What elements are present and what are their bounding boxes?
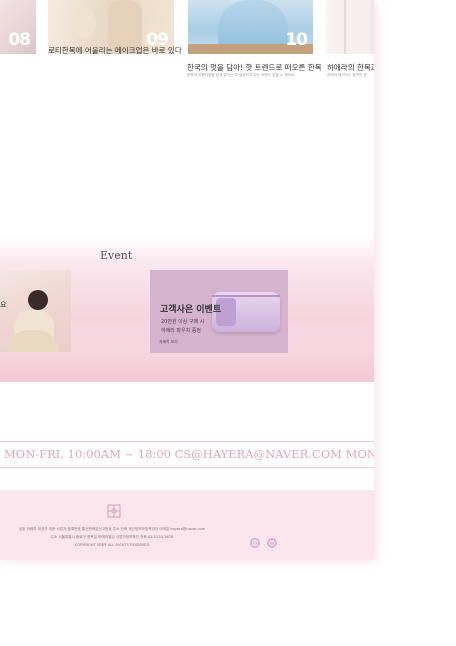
event-card-1-text: 요: [0, 301, 7, 309]
page: 08 09 10 로티한복에 어울리는 메이크업은 바로 있다 한국의 멋을 담…: [0, 0, 374, 560]
footer-copyright: COPYRIGHT 하에라 ALL RIGHTS RESERVED: [74, 543, 150, 547]
instagram-icon[interactable]: [250, 538, 260, 548]
thumb-08[interactable]: 08: [0, 0, 36, 54]
event-card-more-link[interactable]: 자세히 보기: [159, 339, 178, 345]
event-card-2[interactable]: 고객사은 이벤트 20만원 이상 구매 시 하에라 파우치 증정 자세히 보기: [150, 270, 288, 353]
pouch-zipper: [212, 295, 280, 297]
event-card-1[interactable]: 요: [0, 270, 71, 352]
caption-11-sub: 하에라 헤이어스 알려진 한: [327, 73, 367, 77]
footer-info-line-1: 상호 하에라 대표자 최문 사업자 등록번호 통신판매업신고번호 주소 전화 개…: [18, 527, 206, 531]
caption-10[interactable]: 한국의 멋을 담아! 핫 트렌드로 떠오른 한복: [187, 62, 322, 73]
footer-info-line-2: 주소 서울특별시 종로구 한복길 하에라빌딩 사업자정보확인 전화 02-123…: [50, 535, 174, 539]
thumb-number: 10: [285, 30, 308, 50]
model-hair: [28, 290, 48, 310]
caption-10-sub: 한복의 아름다움을 담게 알리는 대 설정하고 있는 브랜드 입을 수 헤라요.: [187, 73, 296, 77]
event-card-line-2: 하에라 파우치 증정: [161, 328, 201, 334]
pouch-image: [212, 292, 280, 332]
thumb-figure: [344, 0, 370, 54]
event-title: Event: [100, 249, 133, 262]
contact-ticker: MON-FRI, 10:00AM ~ 18:00 CS@HAYERA@NAVER…: [0, 441, 374, 468]
event-card-line-1: 20만원 이상 구매 시: [161, 319, 205, 325]
thumb-number: 08: [8, 30, 31, 50]
thumb-11[interactable]: [326, 0, 374, 54]
caption-11[interactable]: 하에라의 한복과: [327, 62, 374, 73]
thumb-figure: [72, 8, 96, 38]
thumb-10[interactable]: 10: [188, 0, 313, 54]
brand-logo-icon[interactable]: [107, 503, 121, 518]
caption-09[interactable]: 로티한복에 어울리는 메이크업은 바로 있다: [48, 45, 182, 56]
footer: [0, 490, 374, 560]
ticker-text: MON-FRI, 10:00AM ~ 18:00 CS@HAYERA@NAVER…: [4, 447, 374, 461]
event-card-title: 고객사은 이벤트: [160, 305, 222, 315]
blog-icon[interactable]: [267, 538, 277, 548]
